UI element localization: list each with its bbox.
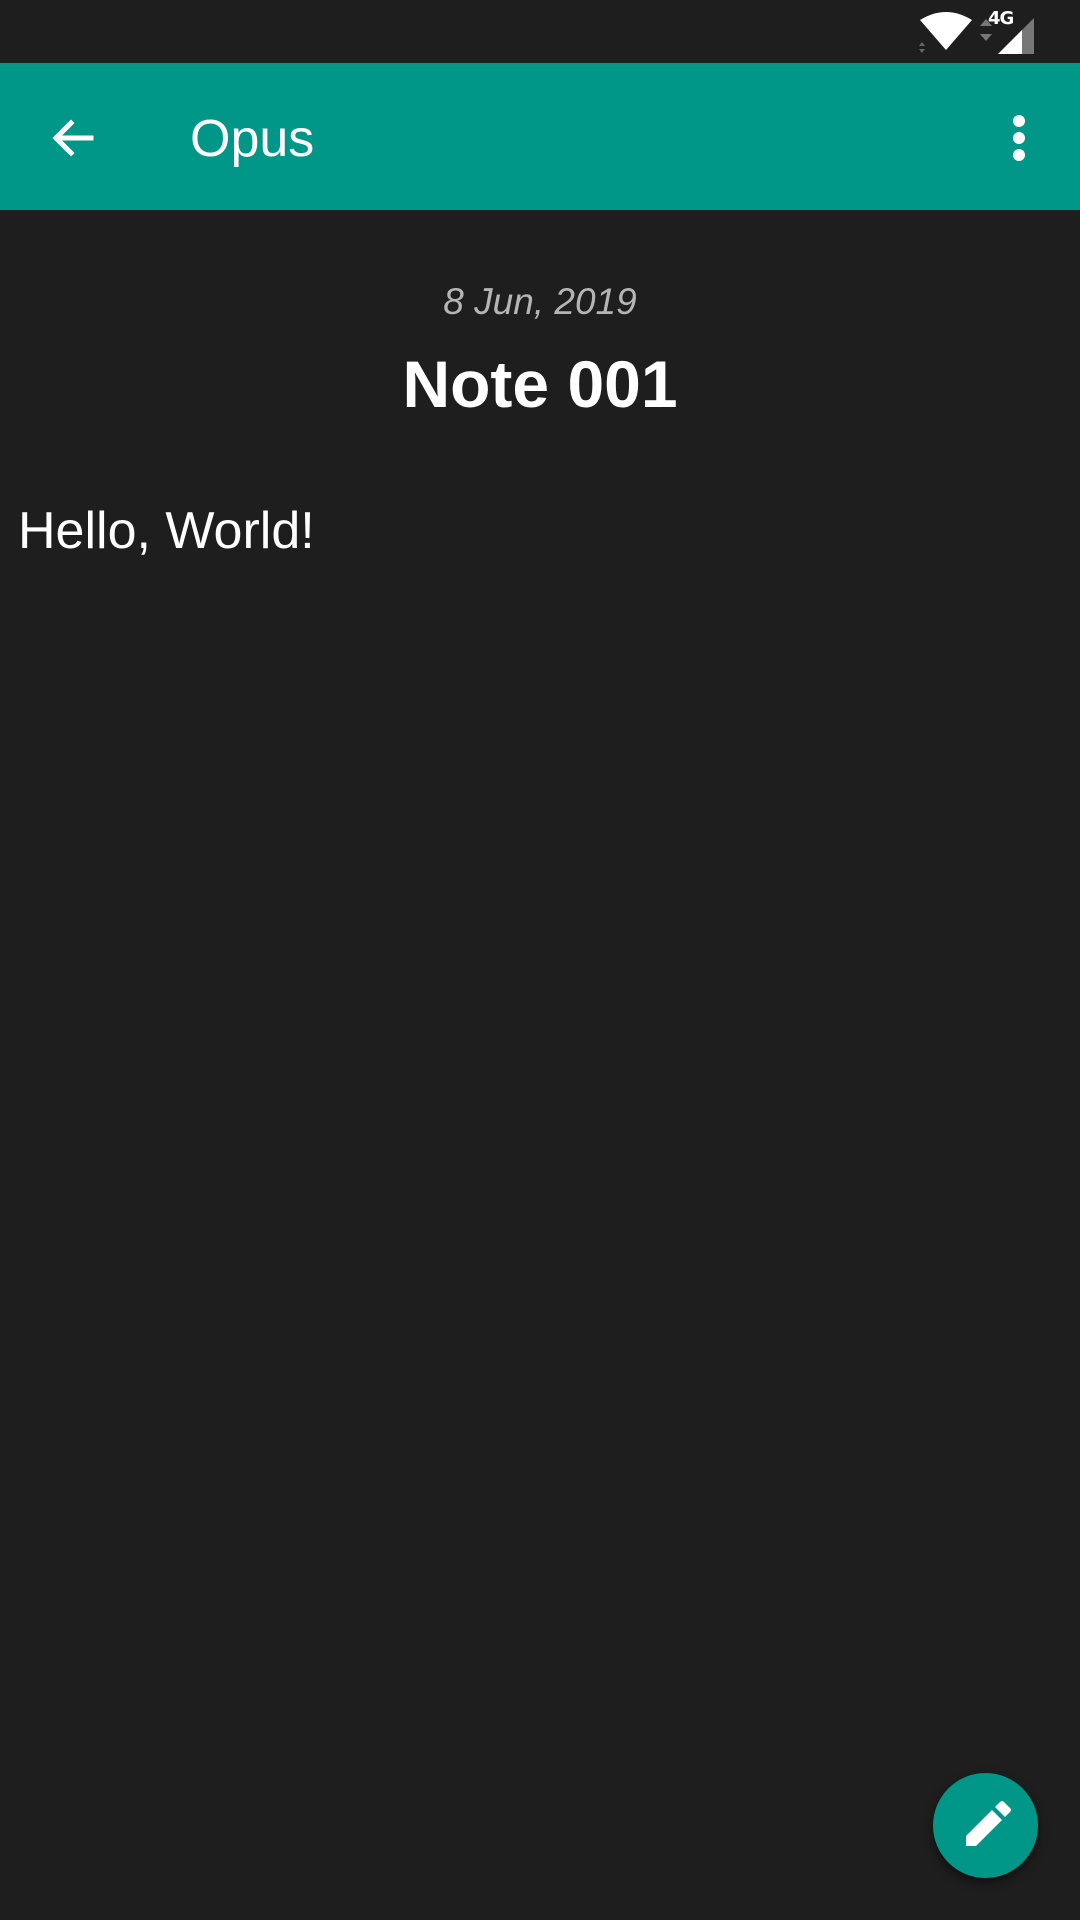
wifi-icon xyxy=(919,12,972,53)
arrow-back-icon xyxy=(52,119,94,157)
app-toolbar: Opus xyxy=(0,63,1080,210)
note-body: Hello, World! xyxy=(18,502,315,560)
more-options-button[interactable] xyxy=(974,93,1064,183)
status-bar: 4G xyxy=(0,0,1080,63)
back-button[interactable] xyxy=(28,93,118,183)
note-date: 8 Jun, 2019 xyxy=(443,281,637,322)
app-title: Opus xyxy=(190,110,315,168)
edit-pencil-icon xyxy=(965,1800,1011,1846)
note-title: Note 001 xyxy=(402,347,678,421)
status-icons: 4G xyxy=(916,8,1040,54)
more-vert-icon xyxy=(1013,115,1025,161)
signal-icon xyxy=(998,18,1034,54)
edit-note-button[interactable] xyxy=(933,1773,1038,1878)
